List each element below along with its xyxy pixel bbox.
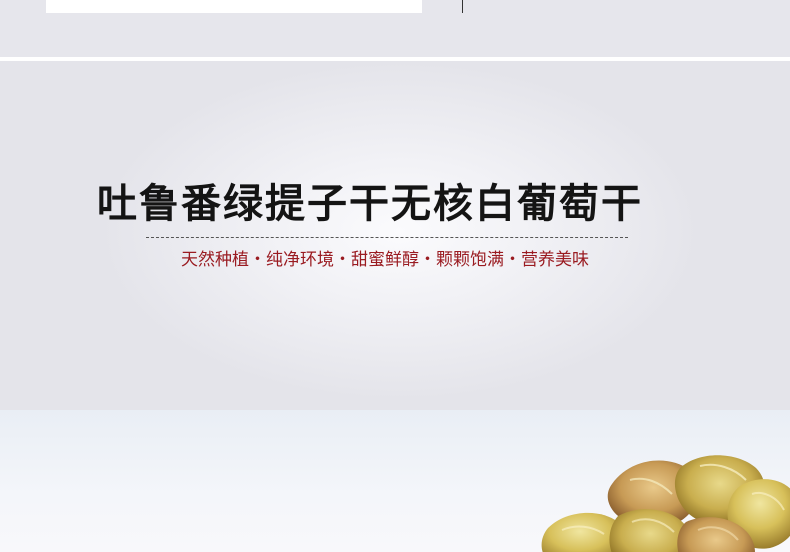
dashed-divider [146, 237, 628, 238]
top-divider-line [462, 0, 463, 13]
product-title-banner: 吐鲁番绿提子干无核白葡萄干 天然种植・纯净环境・甜蜜鲜醇・颗颗饱满・营养美味 [0, 61, 790, 410]
raisins-image [541, 455, 790, 552]
product-headline: 吐鲁番绿提子干无核白葡萄干 [97, 180, 643, 227]
top-white-panel [46, 0, 422, 13]
top-strip [0, 0, 790, 57]
product-tagline: 天然种植・纯净环境・甜蜜鲜醇・颗颗饱满・营养美味 [181, 250, 589, 270]
product-photo [0, 410, 790, 552]
